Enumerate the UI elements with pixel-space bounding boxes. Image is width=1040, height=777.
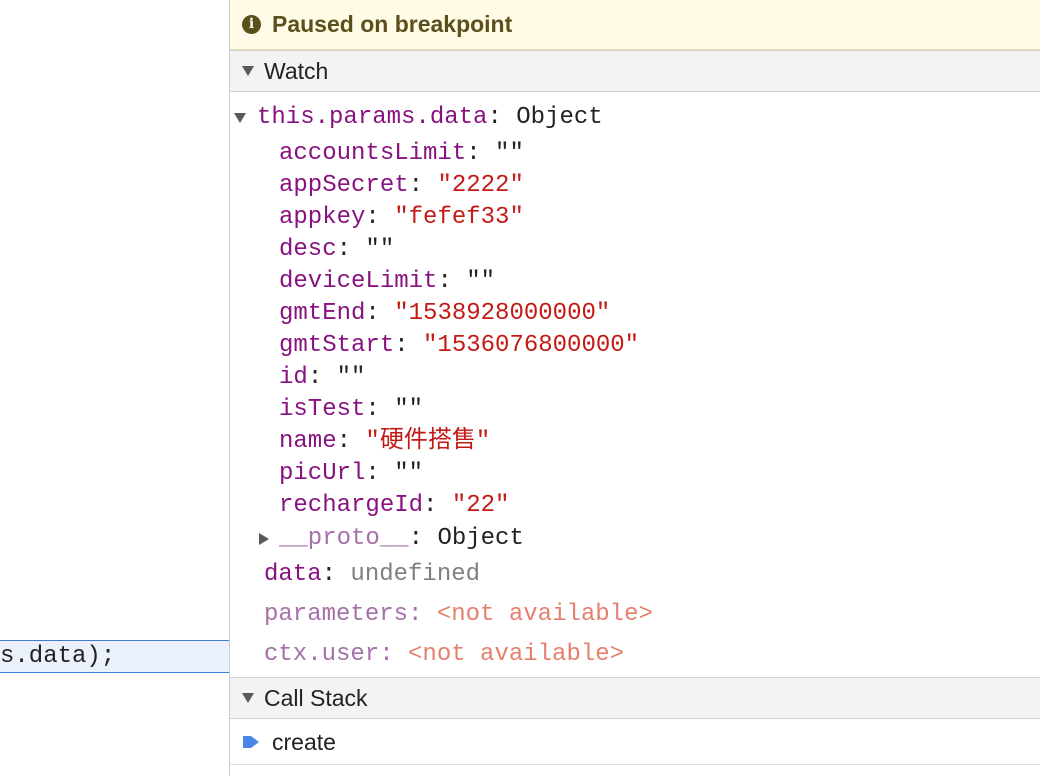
property-row[interactable]: deviceLimit: "" xyxy=(279,266,495,298)
paused-message: Paused on breakpoint xyxy=(272,11,513,37)
property-row[interactable]: accountsLimit: "" xyxy=(279,138,524,170)
watch-root-expression[interactable]: this.params.data: Object xyxy=(257,102,603,134)
call-frame-item[interactable]: create xyxy=(230,720,1040,764)
property-key: desc xyxy=(279,236,337,263)
property-row[interactable]: appkey: "fefef33" xyxy=(279,202,524,234)
property-row[interactable]: id: "" xyxy=(279,362,365,394)
property-value: "" xyxy=(495,140,524,167)
watch-expression-name: data xyxy=(264,561,322,588)
property-row[interactable]: picUrl: "" xyxy=(279,458,423,490)
property-key: name xyxy=(279,428,337,455)
separator: : xyxy=(487,104,517,131)
source-code-pane[interactable]: s.data); xyxy=(0,0,230,776)
property-value: "" xyxy=(394,396,424,423)
watch-expression-name: ctx.user xyxy=(264,641,380,668)
property-key: appSecret xyxy=(279,172,409,199)
call-stack-section-title: Call Stack xyxy=(264,684,368,711)
collapsed-triangle-icon[interactable] xyxy=(259,533,269,545)
proto-type: Object xyxy=(437,525,524,552)
watch-expression-value: <not available> xyxy=(436,601,653,628)
property-row[interactable]: gmtStart: "1536076800000" xyxy=(279,330,639,362)
info-icon: i xyxy=(242,15,261,34)
watch-expression-row[interactable]: parameters: <not available> xyxy=(264,599,653,631)
watch-expression-row[interactable]: data: undefined xyxy=(264,559,480,591)
property-value: "" xyxy=(466,268,496,295)
watch-section-title: Watch xyxy=(264,57,329,84)
property-key: deviceLimit xyxy=(279,268,438,295)
expanded-triangle-icon xyxy=(242,66,254,76)
property-key: accountsLimit xyxy=(279,140,467,167)
property-row[interactable]: appSecret: "2222" xyxy=(279,170,524,202)
property-row[interactable]: isTest: "" xyxy=(279,394,423,426)
proto-row[interactable]: __proto__: Object xyxy=(279,523,524,555)
property-value: "硬件搭售" xyxy=(365,428,491,455)
debugger-sidebar: i Paused on breakpoint Watch this.params… xyxy=(230,0,1040,776)
object-type: Object xyxy=(516,104,603,131)
divider xyxy=(230,764,1040,777)
watch-expression-name: parameters xyxy=(264,601,409,628)
current-frame-arrow-icon xyxy=(243,736,259,748)
watch-expression-name: this.params.data xyxy=(257,104,488,131)
property-key: rechargeId xyxy=(279,492,424,519)
property-value: "fefef33" xyxy=(394,204,524,231)
watch-expression-row[interactable]: ctx.user: <not available> xyxy=(264,639,624,671)
proto-key: __proto__ xyxy=(279,525,409,552)
property-key: id xyxy=(279,364,308,391)
property-value: "" xyxy=(336,364,366,391)
property-value: "" xyxy=(394,460,424,487)
property-key: gmtStart xyxy=(279,332,395,359)
call-frame-name: create xyxy=(272,728,336,755)
expanded-triangle-icon xyxy=(242,693,254,703)
property-key: gmtEnd xyxy=(279,300,366,327)
watch-expression-value: <not available> xyxy=(408,641,625,668)
property-key: appkey xyxy=(279,204,366,231)
property-value: "1536076800000" xyxy=(423,332,640,359)
property-value: "" xyxy=(365,236,395,263)
paused-banner: i Paused on breakpoint xyxy=(230,0,1040,50)
property-row[interactable]: name: "硬件搭售" xyxy=(279,426,490,458)
property-value: "22" xyxy=(451,492,510,519)
property-value: "2222" xyxy=(437,172,524,199)
property-value: "1538928000000" xyxy=(394,300,611,327)
property-row[interactable]: gmtEnd: "1538928000000" xyxy=(279,298,610,330)
expand-object-toggle-icon[interactable] xyxy=(234,113,246,123)
watch-section-header[interactable]: Watch xyxy=(230,50,1040,92)
property-row[interactable]: rechargeId: "22" xyxy=(279,490,509,522)
property-key: picUrl xyxy=(279,460,366,487)
current-execution-line[interactable]: s.data); xyxy=(0,640,229,673)
property-row[interactable]: desc: "" xyxy=(279,234,394,266)
call-stack-section-header[interactable]: Call Stack xyxy=(230,677,1040,719)
watch-expression-value: undefined xyxy=(350,561,481,588)
property-key: isTest xyxy=(279,396,366,423)
